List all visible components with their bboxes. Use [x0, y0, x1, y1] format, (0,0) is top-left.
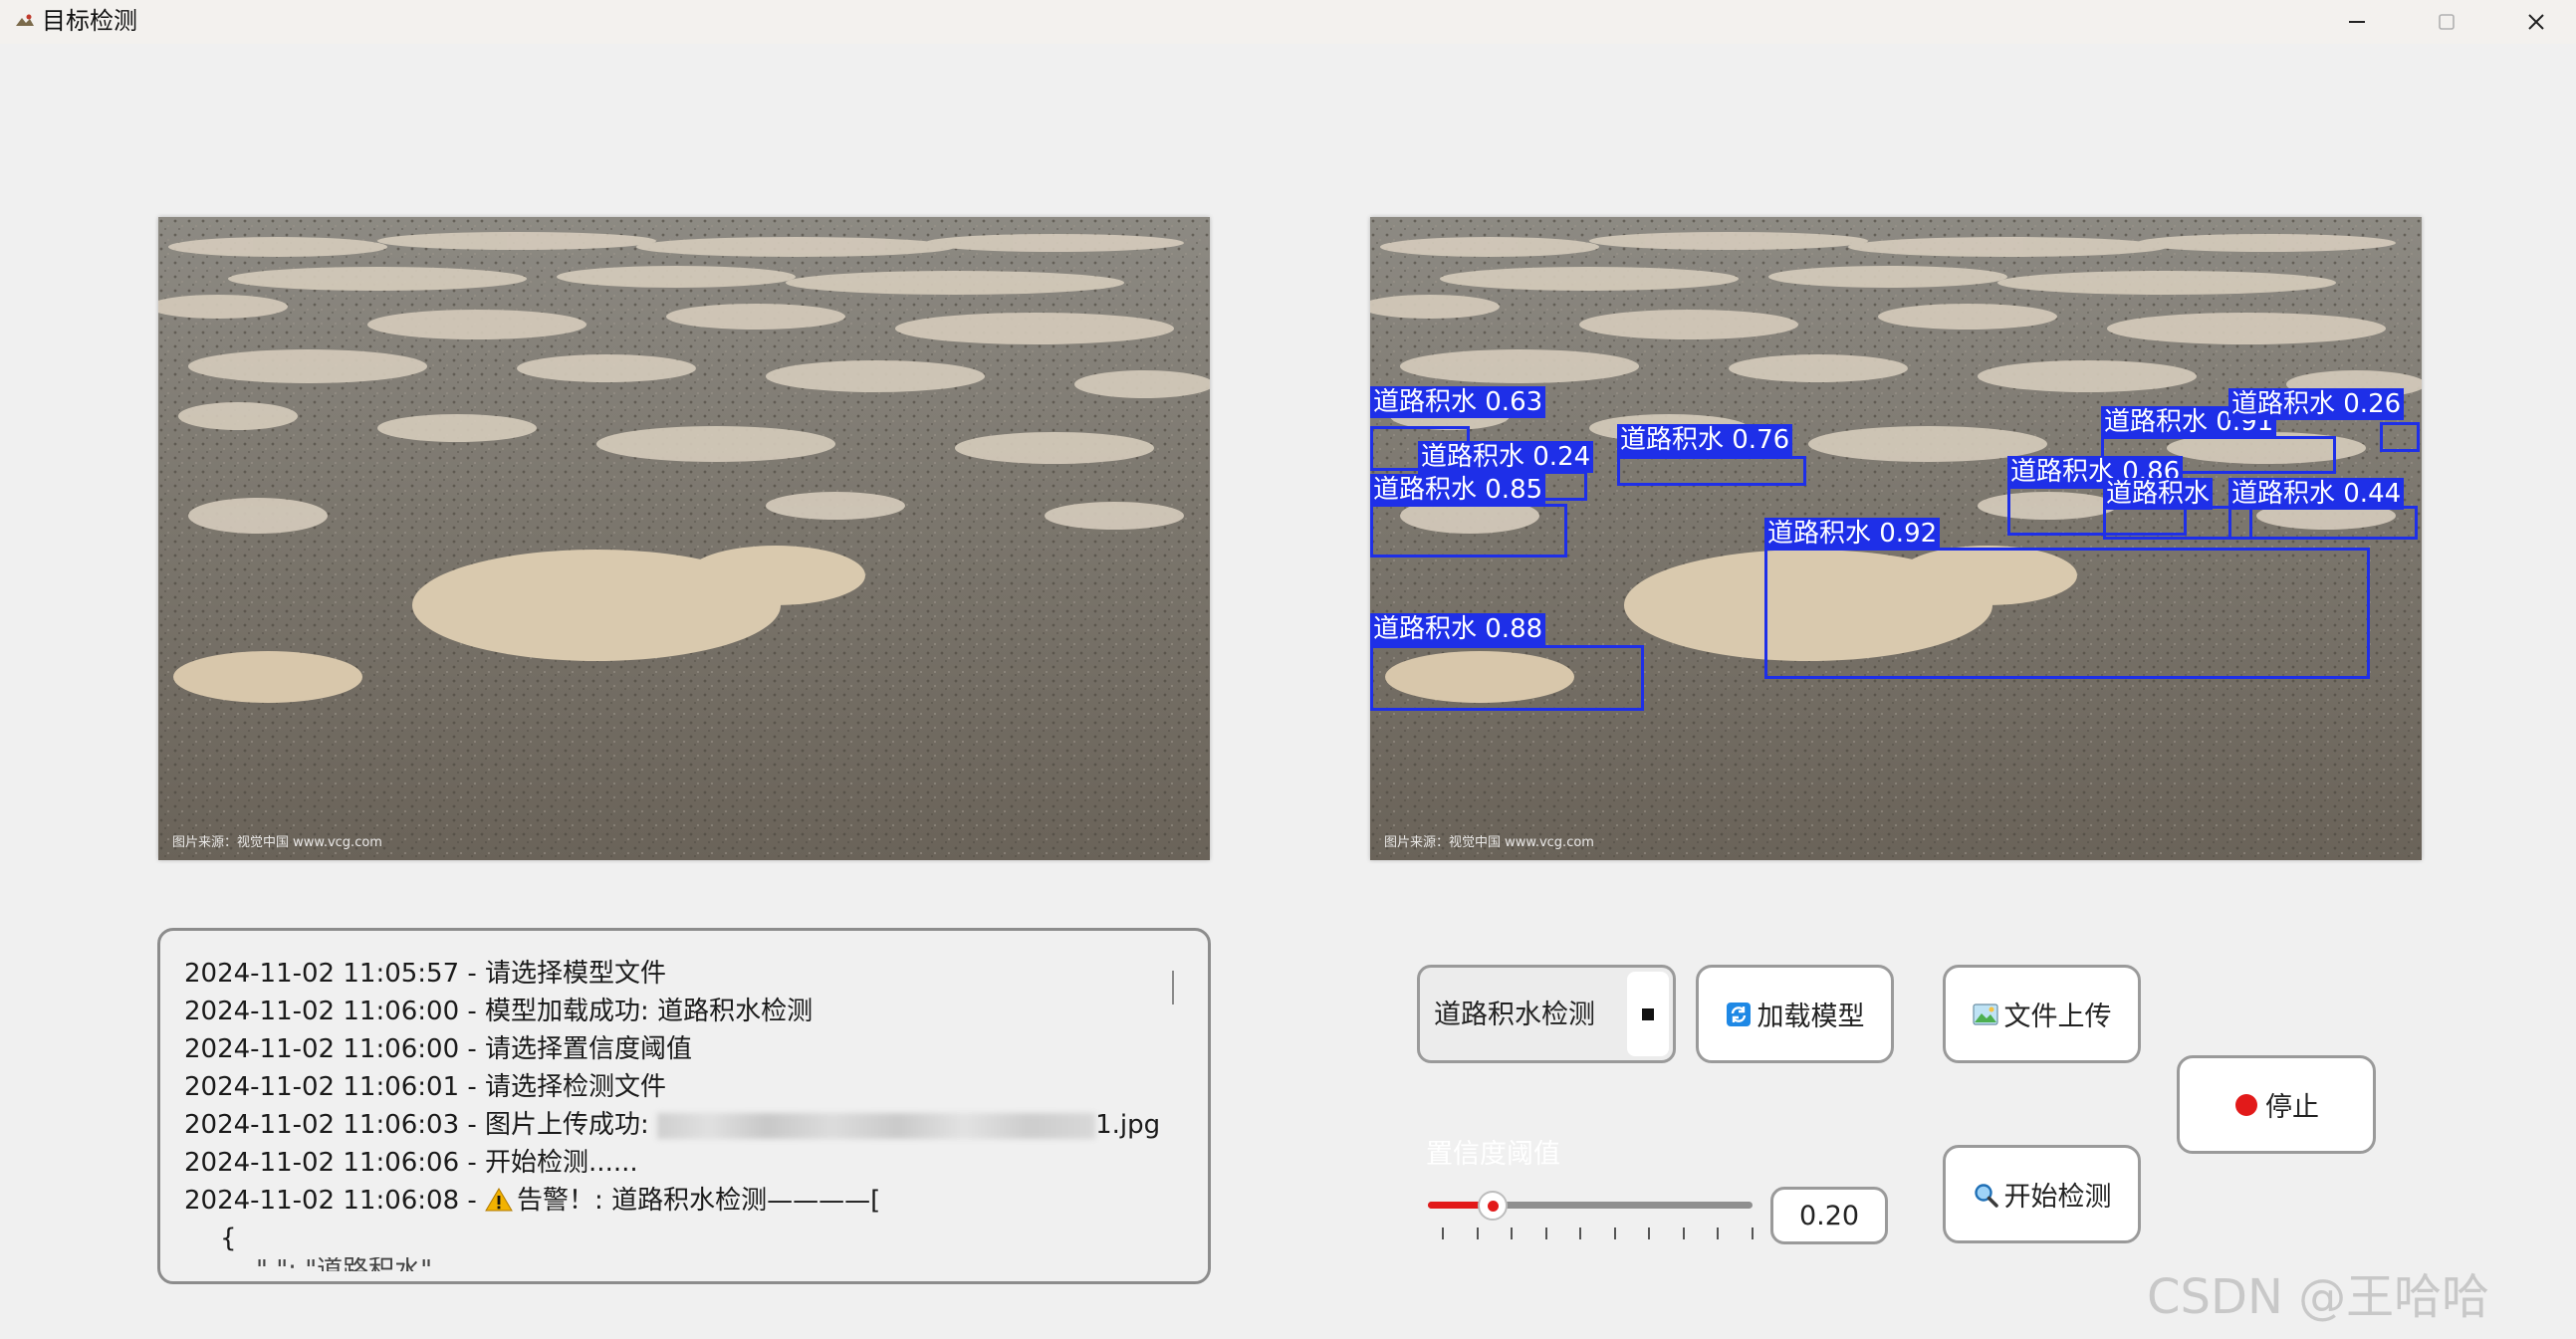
slider-handle[interactable]: [1478, 1191, 1509, 1221]
log-line-alert: 2024-11-02 11:06:08 - 告警！: 道路积水检测————[: [184, 1182, 1186, 1220]
maximize-button[interactable]: [2402, 0, 2491, 44]
slider-tick: [1648, 1227, 1650, 1239]
log-line: 2024-11-02 11:06:06 - 开始检测......: [184, 1148, 638, 1178]
close-icon: [2528, 14, 2544, 30]
detection-label: 道路积水 0.88: [1370, 613, 1546, 645]
detection-box: [1370, 504, 1567, 558]
detection-label: 道路积水 0.24: [1418, 441, 1594, 473]
detection-label: 道路积水 0.76: [1617, 424, 1793, 456]
redacted-filename: [657, 1112, 1096, 1139]
detection-box: [1370, 645, 1644, 711]
result-image: 图片来源：视觉中国 www.vcg.com 道路积水 0.63 道路积水 0.2…: [1370, 217, 2422, 860]
model-select-value: 道路积水检测: [1434, 1000, 1595, 1030]
detection-label: 道路积水 0.85: [1370, 474, 1546, 506]
model-select[interactable]: 道路积水检测: [1417, 965, 1676, 1063]
model-select-dropdown-button[interactable]: [1627, 972, 1669, 1056]
maximize-icon: [2439, 14, 2455, 30]
detection-label: 道路积水: [2103, 478, 2214, 510]
slider-tick: [1579, 1227, 1581, 1239]
detection-label: 道路积水 0.26: [2228, 388, 2405, 420]
slider-tick: [1682, 1227, 1685, 1239]
file-upload-label: 文件上传: [2003, 1002, 2112, 1032]
detection-box: [2380, 422, 2420, 452]
log-line-upload: 2024-11-02 11:06:03 - 图片上传成功: 1.jpg: [184, 1106, 1186, 1144]
dropdown-icon: [1642, 1007, 1654, 1020]
slider-tick: [1717, 1227, 1719, 1239]
log-upload-prefix: 2024-11-02 11:06:03 - 图片上传成功:: [184, 1110, 658, 1140]
picture-icon: [1972, 1003, 1998, 1025]
detection-box: [2103, 506, 2252, 540]
detection-label: 道路积水 0.44: [2228, 478, 2405, 510]
log-alert-prefix: 2024-11-02 11:06:08 -: [184, 1186, 486, 1216]
refresh-icon: [1726, 1002, 1751, 1026]
load-model-label: 加载模型: [1756, 1002, 1865, 1032]
red-circle-icon: [2235, 1093, 2257, 1116]
slider-tick: [1613, 1227, 1616, 1239]
threshold-value[interactable]: 0.20: [1770, 1187, 1888, 1244]
warning-icon: [485, 1188, 513, 1212]
window-title: 目标检测: [42, 7, 137, 35]
threshold-slider[interactable]: [1424, 1190, 1757, 1239]
load-model-button[interactable]: 加载模型: [1696, 965, 1894, 1063]
log-line: 2024-11-02 11:06:00 - 请选择置信度阈值: [184, 1034, 693, 1064]
slider-tick: [1442, 1227, 1444, 1239]
log-scrollbar[interactable]: [1172, 971, 1174, 1004]
puddle-photo-original: 图片来源：视觉中国 www.vcg.com: [158, 217, 1210, 860]
minimize-icon: [2349, 21, 2365, 23]
log-line: {: [220, 1224, 237, 1253]
start-detect-button[interactable]: 开始检测: [1943, 1145, 2141, 1243]
minimize-button[interactable]: [2312, 0, 2402, 44]
detection-label: 道路积水 0.92: [1764, 518, 1941, 550]
detection-label: 道路积水 0.63: [1370, 386, 1546, 418]
log-upload-suffix: 1.jpg: [1095, 1110, 1161, 1140]
log-line: 2024-11-02 11:05:57 - 请选择模型文件: [184, 959, 667, 989]
stop-button[interactable]: 停止: [2177, 1055, 2376, 1154]
start-detect-label: 开始检测: [2003, 1182, 2112, 1213]
detection-box: [1617, 456, 1806, 486]
photo-watermark: 图片来源：视觉中国 www.vcg.com: [172, 835, 382, 850]
slider-ticks: [1442, 1227, 1756, 1239]
title-bar: 目标检测: [0, 0, 2576, 44]
magnifier-icon: [1974, 1183, 1998, 1208]
log-line-cutoff: " ": "道路积水": [184, 1257, 1186, 1271]
photo-watermark: 图片来源：视觉中国 www.vcg.com: [1384, 835, 1594, 850]
app-icon: [16, 14, 34, 26]
stop-label: 停止: [2265, 1092, 2319, 1123]
detection-box: [1764, 548, 2370, 679]
log-line: 2024-11-02 11:06:01 - 请选择检测文件: [184, 1072, 667, 1102]
file-upload-button[interactable]: 文件上传: [1943, 965, 2141, 1063]
slider-tick: [1476, 1227, 1479, 1239]
log-line: 2024-11-02 11:06:00 - 模型加载成功: 道路积水检测: [184, 997, 814, 1026]
log-alert-text: 告警！: 道路积水检测————[: [517, 1186, 881, 1216]
slider-tick: [1751, 1227, 1754, 1239]
slider-tick: [1511, 1227, 1513, 1239]
csdn-watermark: CSDN @王哈哈^_^: [2147, 1269, 2490, 1339]
slider-tick: [1544, 1227, 1547, 1239]
original-image: 图片来源：视觉中国 www.vcg.com: [158, 217, 1210, 860]
detection-box: [2228, 506, 2418, 540]
close-button[interactable]: [2491, 0, 2576, 44]
log-panel[interactable]: 2024-11-02 11:05:57 - 请选择模型文件 2024-11-02…: [157, 928, 1211, 1284]
threshold-label: 置信度阈值: [1426, 1139, 1560, 1170]
